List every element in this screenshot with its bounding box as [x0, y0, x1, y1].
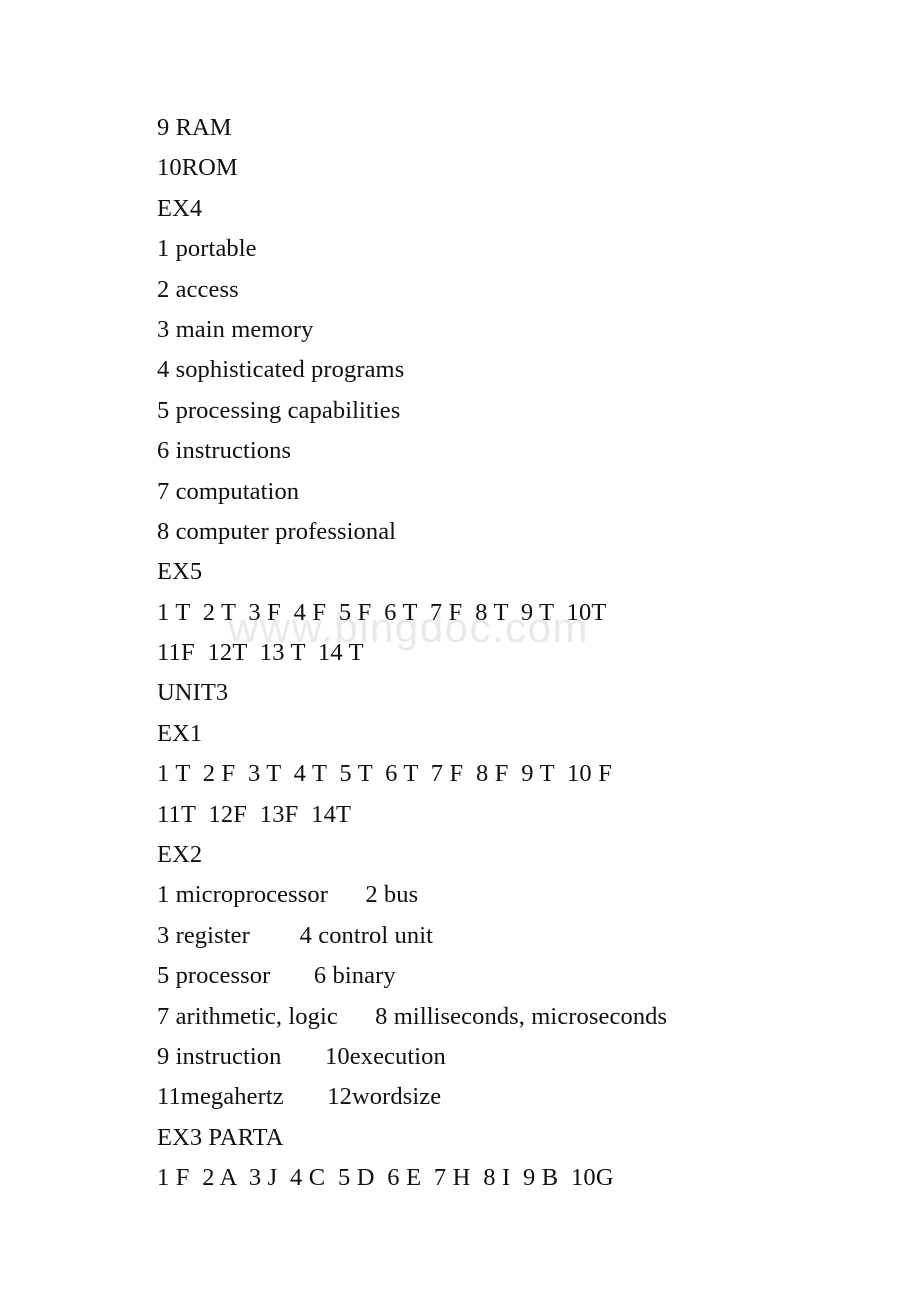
- text-line-ex3-answers: 1 F 2 A 3 J 4 C 5 D 6 E 7 H 8 I 9 B 10G: [157, 1164, 614, 1192]
- heading-ex5: EX5: [157, 558, 203, 586]
- text-line-ex1-answers-2: 11T 12F 13F 14T: [157, 800, 352, 828]
- text-line-10-rom: 10ROM: [157, 154, 238, 182]
- text-line-ex2-row-3: 5 processor 6 binary: [157, 962, 396, 990]
- heading-ex2: EX2: [157, 841, 203, 869]
- text-line-ex4-6: 6 instructions: [157, 437, 292, 465]
- text-line-ex5-answers-2: 11F 12T 13 T 14 T: [157, 639, 364, 667]
- text-line-ex1-answers-1: 1 T 2 F 3 T 4 T 5 T 6 T 7 F 8 F 9 T 10 F: [157, 760, 613, 788]
- heading-ex3-parta: EX3 PARTA: [157, 1123, 284, 1151]
- heading-ex4: EX4: [157, 194, 203, 222]
- text-line-ex5-answers-1: 1 T 2 T 3 F 4 F 5 F 6 T 7 F 8 T 9 T 10T: [157, 598, 607, 626]
- text-line-ex2-row-4: 7 arithmetic, logic 8 milliseconds, micr…: [157, 1002, 668, 1030]
- text-line-ex2-row-5: 9 instruction 10execution: [157, 1042, 446, 1070]
- text-line-ex4-4: 4 sophisticated programs: [157, 356, 405, 384]
- text-line-ex2-row-2: 3 register 4 control unit: [157, 921, 434, 949]
- text-line-ex4-3: 3 main memory: [157, 315, 314, 343]
- text-line-ex4-8: 8 computer professional: [157, 517, 397, 545]
- heading-ex1: EX1: [157, 719, 203, 747]
- text-line-9-ram: 9 RAM: [157, 114, 232, 141]
- heading-unit3: UNIT3: [157, 679, 229, 707]
- document-text-body: 9 RAM 10ROM EX4 1 portable 2 access 3 ma…: [157, 108, 857, 1199]
- text-line-ex4-7: 7 computation: [157, 477, 300, 505]
- document-page: www.bingdoc.com 9 RAM 10ROM EX4 1 portab…: [0, 0, 920, 1302]
- text-line-ex4-2: 2 access: [157, 275, 239, 303]
- text-line-ex4-5: 5 processing capabilities: [157, 396, 401, 424]
- text-line-ex2-row-6: 11megahertz 12wordsize: [157, 1083, 442, 1111]
- text-line-ex4-1: 1 portable: [157, 235, 257, 263]
- text-line-ex2-row-1: 1 microprocessor 2 bus: [157, 881, 419, 909]
